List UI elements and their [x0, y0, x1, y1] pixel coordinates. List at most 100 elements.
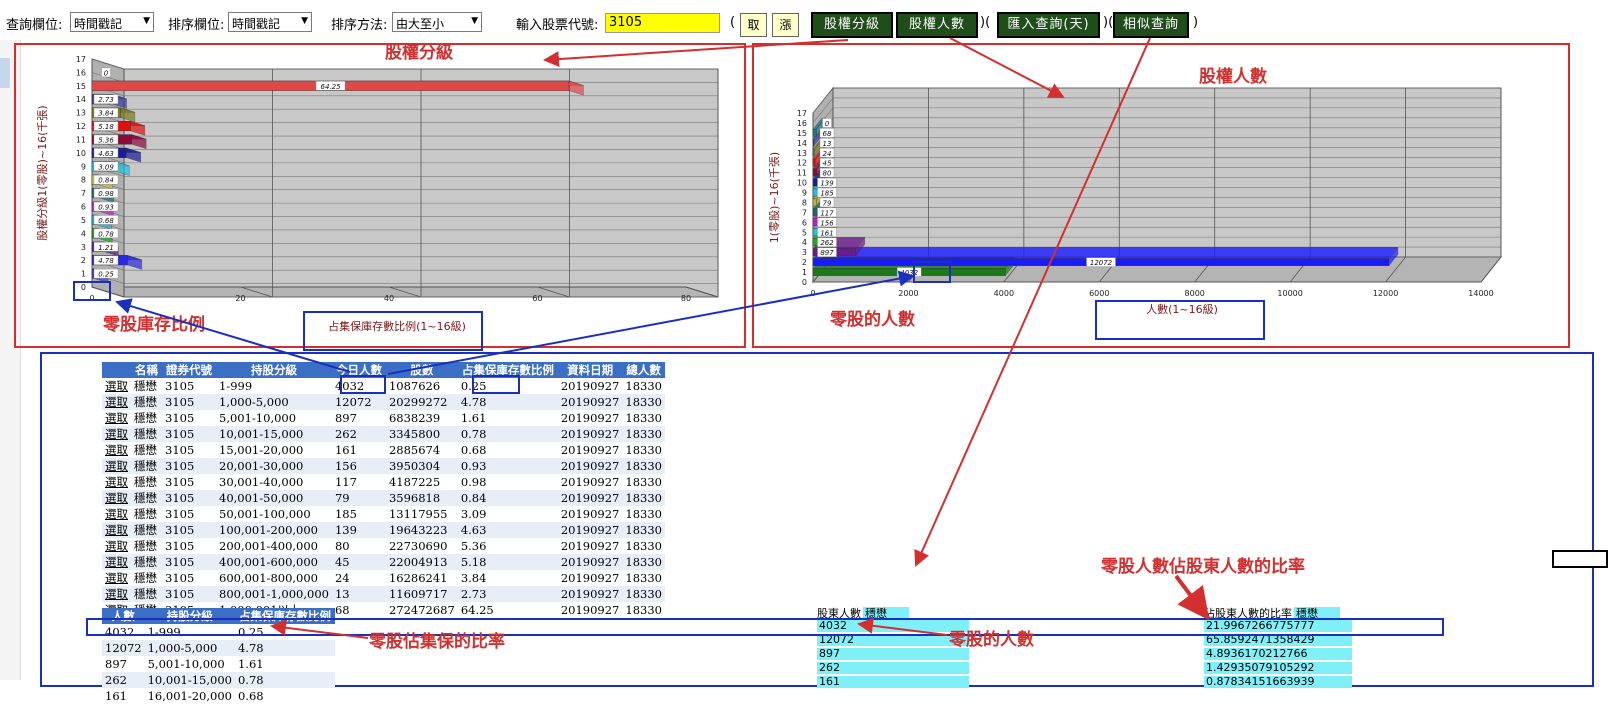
- bar: [91, 268, 95, 279]
- table-row: 161 16,001-20,000 0.68: [102, 688, 335, 704]
- table-cell: 3.84: [460, 571, 487, 585]
- query-field-label: 查詢欄位:: [6, 18, 63, 33]
- select-link[interactable]: 選取: [102, 426, 131, 442]
- select-link[interactable]: 選取: [102, 586, 131, 602]
- table-cell: 穩懋: [131, 586, 162, 602]
- y-tick-label: 11: [76, 135, 86, 144]
- table-row: 選取 穩懋 3105 1,000-5,000 12072 20299272 4.78 2019…: [102, 394, 665, 410]
- select-link[interactable]: 選取: [102, 570, 131, 586]
- select-link[interactable]: 選取: [102, 490, 131, 506]
- table-cell: 20190927: [557, 458, 623, 474]
- table-cell: 64.25: [460, 603, 494, 617]
- table-cell: 3105: [162, 586, 216, 602]
- table-cell: 12072: [331, 394, 386, 410]
- y-tick-label: 2: [81, 256, 86, 265]
- table-cell: 117: [334, 475, 357, 489]
- table-cell: 0.84: [457, 490, 558, 506]
- similar-query-button[interactable]: 相似查詢: [1113, 12, 1189, 38]
- data-label: 4.63: [98, 150, 114, 158]
- table-cell: 穩懋: [131, 426, 162, 442]
- table-cell: 16,001-20,000: [147, 689, 232, 703]
- sort-field-select[interactable]: 時間戳記 ▼: [228, 12, 312, 32]
- table-cell: 1,000-5,000: [216, 394, 332, 410]
- table-cell: 3105: [165, 571, 195, 585]
- table-cell: 18330: [625, 571, 662, 585]
- table-cell: 18330: [622, 490, 665, 506]
- select-link[interactable]: 選取: [102, 554, 131, 570]
- sort-method-select[interactable]: 由大至小 ▼: [392, 12, 482, 32]
- select-link[interactable]: 選取: [102, 522, 131, 538]
- holders-button[interactable]: 股權人數: [896, 12, 978, 38]
- select-link[interactable]: 選取: [102, 378, 131, 394]
- table-cell: 2.73: [457, 586, 558, 602]
- fetch-button[interactable]: 取: [740, 13, 767, 37]
- select-link[interactable]: 選取: [102, 474, 131, 490]
- data-label: 13: [823, 140, 832, 148]
- table-cell: 20,001-30,000: [216, 458, 332, 474]
- table-cell: 897: [334, 411, 357, 425]
- tier-button[interactable]: 股權分級: [811, 12, 893, 38]
- data-label: 897: [820, 249, 834, 257]
- table-cell: 3105: [165, 475, 195, 489]
- table-cell: 1,000-5,000: [144, 640, 235, 656]
- y-tick-label: 3: [802, 248, 807, 257]
- column-header: 名稱: [131, 362, 162, 378]
- table-cell: 600,001-800,000: [219, 571, 318, 585]
- odd-lot-ratio-highlight: [73, 281, 111, 301]
- table-cell: 18330: [622, 458, 665, 474]
- table-cell: 穩懋: [131, 394, 162, 410]
- select-link[interactable]: 選取: [102, 410, 131, 426]
- table-cell: 139: [331, 522, 386, 538]
- left-xlabel-highlight: [303, 311, 483, 351]
- toolbar: 查詢欄位: 時間戳記 ▼ 排序欄位: 時間戳記 ▼ 排序方法: 由大至小 ▼ 輸…: [0, 0, 1611, 38]
- y-tick-label: 2: [802, 258, 807, 267]
- stock-code-input[interactable]: 3105: [605, 13, 720, 33]
- table-cell: 12072: [102, 640, 145, 656]
- table-cell: 3105: [162, 554, 216, 570]
- select-link[interactable]: 選取: [102, 394, 131, 410]
- table-cell: 4.78: [457, 394, 558, 410]
- select-link[interactable]: 選取: [102, 442, 131, 458]
- y-tick-label: 4: [81, 229, 86, 238]
- y-tick-label: 9: [802, 189, 807, 198]
- table-cell: 400,001-600,000: [216, 554, 332, 570]
- odd-ratio-caption: 零股佔集保的比率: [369, 632, 505, 652]
- table-cell: 0.68: [237, 689, 264, 703]
- query-field-select[interactable]: 時間戳記 ▼: [70, 12, 154, 32]
- x-tick-label: 80: [681, 294, 691, 303]
- list-item: 1.42935079105292: [1204, 662, 1352, 675]
- table-cell: 18330: [625, 507, 662, 521]
- table-cell: 18330: [622, 586, 665, 602]
- table-cell: 20190927: [560, 475, 620, 489]
- table-cell: 2885674: [388, 443, 441, 457]
- table-cell: 13117955: [388, 507, 448, 521]
- select-link[interactable]: 選取: [102, 538, 131, 554]
- data-label: 262: [820, 239, 834, 247]
- import-query-button[interactable]: 匯入查詢(天): [997, 12, 1100, 38]
- limit-up-button[interactable]: 漲: [772, 13, 799, 37]
- table-cell: 穩懋: [131, 522, 162, 538]
- table-cell: 0.98: [460, 475, 487, 489]
- table-cell: 20299272: [385, 394, 458, 410]
- table-cell: 18330: [625, 379, 662, 393]
- table-cell: 0.68: [460, 443, 487, 457]
- table-cell: 3.09: [460, 507, 487, 521]
- y-tick-label: 7: [802, 208, 807, 217]
- select-link[interactable]: 選取: [102, 506, 131, 522]
- paren-mid-2: )(: [1103, 15, 1114, 30]
- chevron-down-icon: ▼: [471, 16, 478, 26]
- resize-handle[interactable]: [1552, 550, 1608, 568]
- table-cell: 穩懋: [131, 554, 162, 570]
- bar: [812, 168, 818, 177]
- x-tick-label: 10000: [1277, 289, 1302, 298]
- y-tick-label: 9: [81, 162, 86, 171]
- y-tick-label: 5: [81, 216, 86, 225]
- select-link[interactable]: 選取: [102, 458, 131, 474]
- y-tick-label: 6: [81, 203, 86, 212]
- table-cell: 20190927: [557, 554, 623, 570]
- table-row: 選取 穩懋 3105 50,001-100,000 185 13117955 3.09 201…: [102, 506, 665, 522]
- table-cell: 16286241: [388, 571, 448, 585]
- table-cell: 68: [334, 603, 350, 617]
- data-label: 0.84: [98, 177, 114, 185]
- table-cell: 1-999: [219, 379, 253, 393]
